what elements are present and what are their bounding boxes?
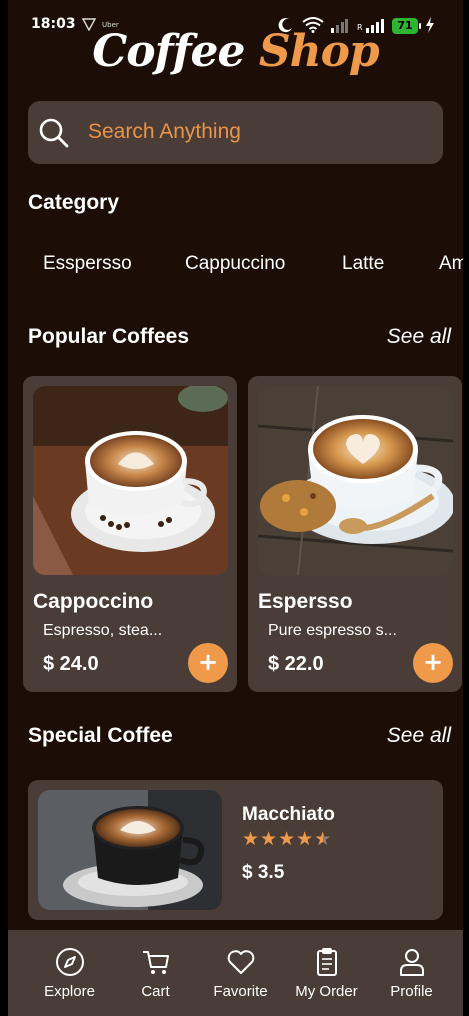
app-screen: 18:03 Uber R 71 Coffee Shop Search Anyth… [8,0,463,1016]
heart-icon [227,950,255,974]
special-card-macchiato[interactable]: Macchiato ★★★★★ $ 3.5 [28,780,443,920]
product-description: Pure espresso s... [268,622,397,639]
product-price: $ 24.0 [43,653,99,675]
product-description: Espresso, stea... [43,622,163,639]
rating-stars: ★★★★★ [242,828,332,850]
special-name: Macchiato [242,804,335,825]
nav-label: Explore [44,983,95,1000]
product-price: $ 22.0 [268,653,324,675]
add-to-cart-button[interactable]: + [188,643,228,683]
nav-item-my-order[interactable]: My Order [281,930,372,1016]
category-title: Category [28,191,120,214]
product-card-cappoccino[interactable]: Cappoccino Espresso, stea... $ 24.0 + [23,376,237,692]
category-chip-latte[interactable]: Latte [342,253,384,275]
special-see-all-link[interactable]: See all [387,724,451,748]
star-icon: ★ [278,828,297,850]
nav-label: Favorite [213,983,268,1000]
search-icon [39,118,69,148]
product-name: Espersso [258,590,353,613]
cart-icon [143,951,169,974]
bottom-navigation: Explore Cart Favorite My Order Profile [8,930,463,1016]
nav-item-explore[interactable]: Explore [24,930,115,1016]
star-icon: ★ [260,828,279,850]
logo-word-coffee: Coffee [92,26,259,77]
star-icon: ★ [296,828,315,850]
logo-word-shop: Shop [258,26,380,77]
nav-item-favorite[interactable]: Favorite [195,930,286,1016]
nav-label: Profile [390,983,433,1000]
app-logo: Coffee Shop [8,26,463,77]
add-to-cart-button[interactable]: + [413,643,453,683]
product-image-cappoccino [33,386,228,575]
special-price: $ 3.5 [242,862,285,883]
half-star-icon: ★ [314,828,333,850]
product-image-espersso [258,386,453,575]
nav-label: My Order [295,983,358,1000]
category-chip-espresso[interactable]: Esspersso [43,253,132,275]
product-name: Cappoccino [33,590,154,613]
popular-see-all-link[interactable]: See all [387,325,451,349]
special-image-macchiato [38,790,222,910]
special-title: Special Coffee [28,724,173,747]
category-chip-cappuccino[interactable]: Cappuccino [185,253,285,275]
clipboard-icon [317,948,337,976]
category-list: Esspersso Cappuccino Latte Am [8,253,463,283]
nav-item-profile[interactable]: Profile [366,930,457,1016]
person-icon [400,949,424,976]
compass-icon [56,948,84,976]
product-card-espersso[interactable]: Espersso Pure espresso s... $ 22.0 + [248,376,462,692]
star-icon: ★ [242,828,261,850]
search-bar[interactable]: Search Anything [28,101,443,164]
nav-item-cart[interactable]: Cart [110,930,201,1016]
popular-title: Popular Coffees [28,325,190,348]
category-chip-americano[interactable]: Am [439,253,463,275]
search-input[interactable]: Search Anything [88,120,241,144]
nav-label: Cart [141,983,170,1000]
